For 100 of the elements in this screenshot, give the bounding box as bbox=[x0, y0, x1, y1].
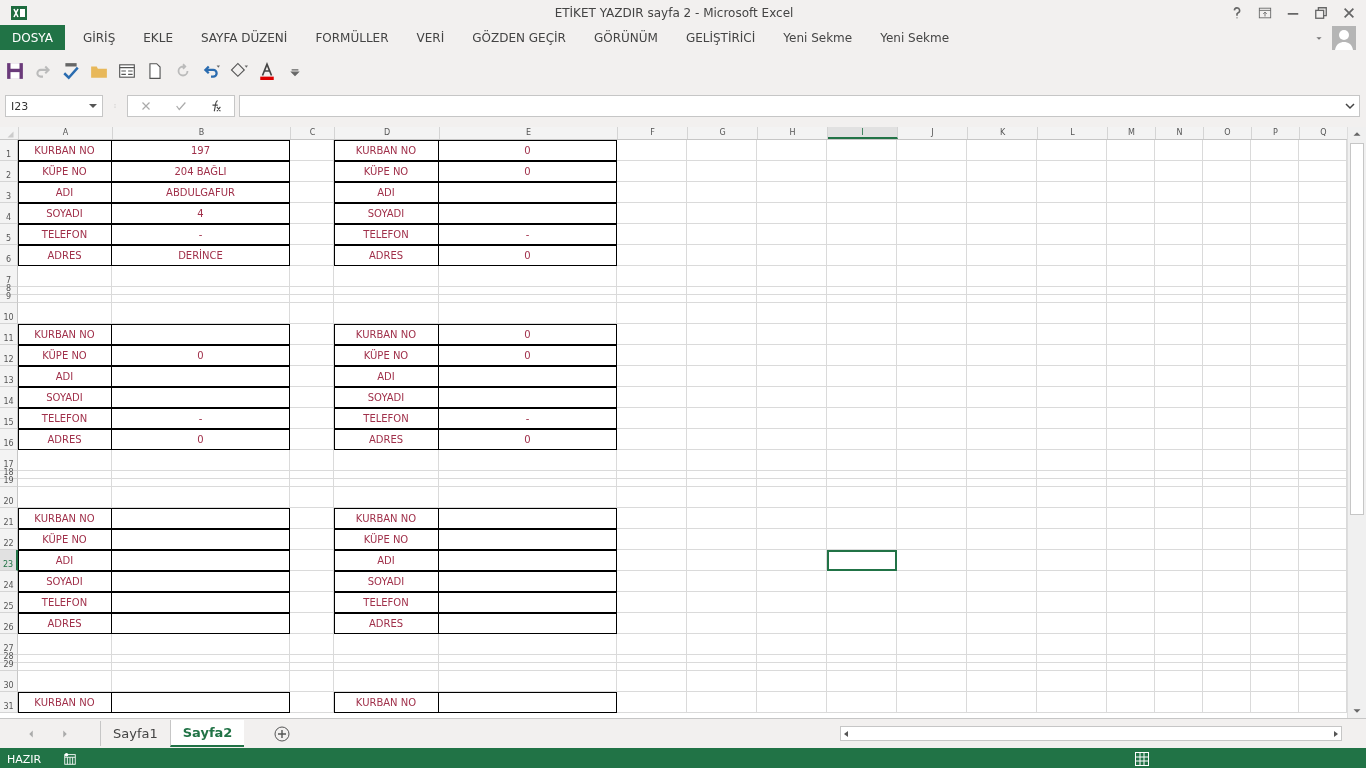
row-header[interactable]: 2 bbox=[0, 161, 18, 182]
column-header[interactable]: I bbox=[828, 127, 898, 139]
add-sheet-icon[interactable] bbox=[274, 725, 291, 742]
ribbon-tab[interactable]: GÖRÜNÜM bbox=[579, 25, 672, 50]
save-icon[interactable] bbox=[6, 62, 24, 80]
sheet-cell: - bbox=[439, 408, 617, 429]
sheet-cell: SOYADI bbox=[18, 203, 112, 224]
macro-record-icon[interactable] bbox=[63, 752, 78, 766]
ribbon-tab[interactable]: GÖZDEN GEÇİR bbox=[458, 25, 580, 50]
column-header[interactable]: N bbox=[1156, 127, 1204, 139]
sheet-cell: 0 bbox=[439, 245, 617, 266]
row-header[interactable]: 15 bbox=[0, 408, 18, 429]
row-header[interactable]: 24 bbox=[0, 571, 18, 592]
row-header[interactable]: 25 bbox=[0, 592, 18, 613]
file-tab[interactable]: DOSYA bbox=[0, 25, 65, 50]
sheet-cell: 204 BAĞLI bbox=[112, 161, 290, 182]
ribbon-tab[interactable]: EKLE bbox=[129, 25, 187, 50]
sheet-cell: TELEFON bbox=[334, 408, 439, 429]
ribbon-tab[interactable]: VERİ bbox=[402, 25, 459, 50]
sheet-cell: KÜPE NO bbox=[334, 345, 439, 366]
sheet-cell: KURBAN NO bbox=[18, 692, 112, 713]
ribbon-tab[interactable]: FORMÜLLER bbox=[301, 25, 403, 50]
row-header[interactable]: 22 bbox=[0, 529, 18, 550]
scrollbar-thumb[interactable] bbox=[1350, 143, 1364, 515]
font-color-icon[interactable] bbox=[258, 62, 276, 80]
column-header[interactable]: P bbox=[1252, 127, 1300, 139]
sheet-cell: 0 bbox=[439, 429, 617, 450]
row-header[interactable]: 31 bbox=[0, 692, 18, 713]
column-header[interactable]: F bbox=[618, 127, 688, 139]
formula-field[interactable] bbox=[239, 95, 1360, 117]
sheet-tab[interactable]: Sayfa1 bbox=[100, 721, 170, 746]
row-header[interactable]: 11 bbox=[0, 324, 18, 345]
shapes-icon[interactable] bbox=[230, 62, 248, 80]
sheet-cell: ADRES bbox=[334, 245, 439, 266]
column-header[interactable]: B bbox=[113, 127, 291, 139]
status-text: HAZIR bbox=[7, 752, 42, 766]
sheet-tab[interactable]: Sayfa2 bbox=[169, 720, 245, 747]
sheet-cell: ADI bbox=[334, 550, 439, 571]
active-cell[interactable] bbox=[827, 550, 897, 571]
column-header[interactable]: O bbox=[1204, 127, 1252, 139]
ribbon-tab[interactable]: Yeni Sekme bbox=[769, 25, 867, 50]
row-header[interactable]: 6 bbox=[0, 245, 18, 266]
ribbon-tab[interactable]: GELİŞTİRİCİ bbox=[671, 25, 770, 50]
column-header[interactable]: D bbox=[335, 127, 440, 139]
row-header[interactable]: 13 bbox=[0, 366, 18, 387]
row-header[interactable]: 12 bbox=[0, 345, 18, 366]
form-icon[interactable] bbox=[118, 62, 136, 80]
row-header[interactable]: 1 bbox=[0, 140, 18, 161]
row-header[interactable]: 16 bbox=[0, 429, 18, 450]
ribbon-tab[interactable]: Yeni Sekme bbox=[866, 25, 964, 50]
column-header[interactable]: A bbox=[19, 127, 113, 139]
window-title: ETİKET YAZDIR sayfa 2 - Microsoft Excel bbox=[553, 5, 795, 20]
sheet-cell: TELEFON bbox=[18, 592, 112, 613]
row-header[interactable]: 5 bbox=[0, 224, 18, 245]
row-header[interactable]: 26 bbox=[0, 613, 18, 634]
ribbon-tab[interactable]: SAYFA DÜZENİ bbox=[187, 25, 302, 50]
sheet-cell: 0 bbox=[439, 324, 617, 345]
undo-icon[interactable] bbox=[202, 62, 220, 80]
row-header[interactable]: 21 bbox=[0, 508, 18, 529]
normal-view-icon[interactable] bbox=[1134, 751, 1150, 767]
sheet-cell: TELEFON bbox=[18, 224, 112, 245]
sheet-cell: SOYADI bbox=[18, 387, 112, 408]
row-header[interactable]: 4 bbox=[0, 203, 18, 224]
close-icon[interactable] bbox=[1342, 5, 1356, 20]
column-header[interactable]: G bbox=[688, 127, 758, 139]
sheet-cell: KÜPE NO bbox=[334, 161, 439, 182]
sheet-cell: 0 bbox=[439, 345, 617, 366]
horizontal-scrollbar[interactable] bbox=[840, 726, 1342, 741]
row-header[interactable]: 30 bbox=[0, 671, 18, 692]
sheet-cell: 0 bbox=[112, 429, 290, 450]
sheet-cell: KÜPE NO bbox=[18, 161, 112, 182]
column-header[interactable]: C bbox=[291, 127, 335, 139]
row-header[interactable]: 3 bbox=[0, 182, 18, 203]
excel-logo-icon bbox=[10, 4, 28, 21]
column-header[interactable]: M bbox=[1108, 127, 1156, 139]
spell-check-icon[interactable] bbox=[62, 62, 80, 80]
name-box[interactable]: I23 bbox=[5, 95, 103, 117]
column-header[interactable]: J bbox=[898, 127, 968, 139]
sheet-cell: ADI bbox=[18, 366, 112, 387]
restore-icon[interactable] bbox=[1314, 5, 1328, 20]
column-header[interactable]: K bbox=[968, 127, 1038, 139]
new-document-icon[interactable] bbox=[146, 62, 164, 80]
sheet-cell: KURBAN NO bbox=[334, 324, 439, 345]
row-header[interactable]: 14 bbox=[0, 387, 18, 408]
sheet-cell: 0 bbox=[112, 345, 290, 366]
ribbon-display-icon[interactable] bbox=[1258, 5, 1272, 20]
row-header[interactable]: 10 bbox=[0, 303, 18, 324]
sheet-cell: 197 bbox=[112, 140, 290, 161]
column-header[interactable]: L bbox=[1038, 127, 1108, 139]
sheet-cell: ADRES bbox=[18, 429, 112, 450]
row-header[interactable]: 23 bbox=[0, 550, 18, 571]
row-header[interactable]: 20 bbox=[0, 487, 18, 508]
expand-icon[interactable] bbox=[1345, 102, 1355, 110]
sheet-cell: ABDULGAFUR bbox=[112, 182, 290, 203]
sheet-cell: - bbox=[439, 224, 617, 245]
ribbon-tab[interactable]: GİRİŞ bbox=[68, 25, 130, 50]
sheet-cell: KURBAN NO bbox=[18, 140, 112, 161]
sheet-cell: KURBAN NO bbox=[334, 692, 439, 713]
sheet-cell: ADI bbox=[334, 366, 439, 387]
column-header[interactable]: E bbox=[440, 127, 618, 139]
